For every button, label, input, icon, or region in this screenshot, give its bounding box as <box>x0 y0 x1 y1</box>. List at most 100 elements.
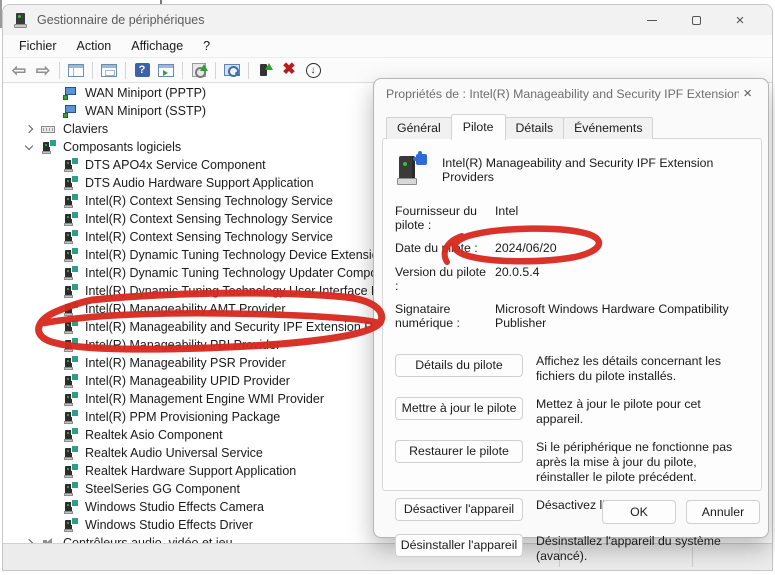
tree-item-label: Intel(R) Manageability PSR Provider <box>85 356 286 370</box>
driver-action-row: Restaurer le pilote Si le périphérique n… <box>395 440 751 485</box>
software-component-icon <box>63 176 78 191</box>
software-component-icon <box>63 194 78 209</box>
toolbar-button-scan-hardware-changes[interactable] <box>187 60 211 81</box>
uninstall-device-icon: ✖ <box>282 62 295 78</box>
tree-item-label: Windows Studio Effects Driver <box>85 518 253 532</box>
dialog-title-bar: Propriétés de : Intel(R) Manageability a… <box>374 79 768 108</box>
tree-item-label: Intel(R) Context Sensing Technology Serv… <box>85 212 333 226</box>
minimize-icon <box>647 20 657 21</box>
minimize-button[interactable] <box>630 6 674 34</box>
field-value: Intel <box>495 204 743 232</box>
properties-dialog: Propriétés de : Intel(R) Manageability a… <box>373 78 769 538</box>
network-adapter-icon <box>63 86 78 101</box>
d-sinstaller-l-appareil-button[interactable]: Désinstaller l'appareil <box>395 534 523 557</box>
toolbar-separator <box>125 62 126 79</box>
close-icon: × <box>736 13 745 28</box>
software-component-icon <box>63 446 78 461</box>
tab-g-n-ral[interactable]: Général <box>386 117 452 139</box>
software-component-icon <box>63 320 78 335</box>
action-description: Mettez à jour le pilote pour cet apparei… <box>536 397 751 427</box>
tree-item-label: Realtek Audio Universal Service <box>85 446 263 460</box>
network-adapter-icon <box>63 104 78 119</box>
tree-item-label: DTS Audio Hardware Support Application <box>85 176 314 190</box>
field-value: 20.0.5.4 <box>495 265 743 293</box>
toolbar-button-properties[interactable] <box>97 60 121 81</box>
field-label: Fournisseur du pilote : <box>395 204 491 232</box>
action-description: Affichez les détails concernant les fich… <box>536 354 751 384</box>
menu-item-help[interactable]: ? <box>193 37 220 55</box>
dialog-close-button[interactable]: × <box>739 84 756 103</box>
tree-item-label: Claviers <box>63 122 108 136</box>
field-value: Microsoft Windows Hardware Compatibility… <box>495 302 743 331</box>
search-monitor-icon <box>224 64 240 76</box>
field-value: 2024/06/20 <box>495 241 743 256</box>
menu-item-fichier[interactable]: Fichier <box>9 37 67 55</box>
window-controls: × <box>630 6 762 34</box>
forward-icon: ⇨ <box>36 62 50 79</box>
driver-action-row: Détails du pilote Affichez les détails c… <box>395 354 751 384</box>
toolbar-button-update-driver[interactable] <box>253 60 277 81</box>
software-component-icon <box>63 518 78 533</box>
tree-item-label: Intel(R) Manageability AMT Provider <box>85 302 286 316</box>
software-component-icon <box>63 266 78 281</box>
tree-expander-chevron-right-icon[interactable] <box>25 125 33 133</box>
driver-info-row: Signataire numérique : Microsoft Windows… <box>395 302 751 331</box>
toolbar-button-back[interactable]: ⇦ <box>7 60 31 81</box>
tree-item-label: Intel(R) Dynamic Tuning Technology Devic… <box>85 248 398 262</box>
title-bar: Gestionnaire de périphériques × <box>3 5 772 35</box>
tree-item-label: Intel(R) Manageability UPID Provider <box>85 374 290 388</box>
device-manager-app-icon <box>13 13 28 28</box>
tree-item-label: WAN Miniport (PPTP) <box>85 86 206 100</box>
software-component-icon <box>63 500 78 515</box>
keyboard-icon <box>41 122 56 137</box>
tree-item-label: Windows Studio Effects Camera <box>85 500 264 514</box>
field-label: Date du pilote : <box>395 241 491 256</box>
d-sactiver-l-appareil-button[interactable]: Désactiver l'appareil <box>395 498 523 521</box>
device-header: Intel(R) Manageability and Security IPF … <box>383 139 761 194</box>
desktop-background: Gestionnaire de périphériques × FichierA… <box>0 0 775 575</box>
maximize-button[interactable] <box>674 6 718 34</box>
toolbar-button-forward[interactable]: ⇨ <box>31 60 55 81</box>
tab-v-nements[interactable]: Événements <box>563 117 653 139</box>
toolbar-button-search[interactable] <box>220 60 244 81</box>
menu-bar: FichierActionAffichage? <box>3 35 772 58</box>
close-button[interactable]: × <box>718 6 762 34</box>
driver-info-row: Fournisseur du pilote : Intel <box>395 204 751 232</box>
tree-expander-chevron-down-icon[interactable] <box>25 143 33 151</box>
mettre-jour-le-pilote-button[interactable]: Mettre à jour le pilote <box>395 397 523 420</box>
menu-item-action[interactable]: Action <box>67 37 122 55</box>
toolbar-separator <box>248 62 249 79</box>
driver-action-row: Désinstaller l'appareil Désinstallez l'a… <box>395 534 751 564</box>
software-component-icon <box>63 392 78 407</box>
tab-pilote[interactable]: Pilote <box>451 114 506 140</box>
driver-tab-page: Intel(R) Manageability and Security IPF … <box>382 138 762 491</box>
restaurer-le-pilote-button[interactable]: Restaurer le pilote <box>395 440 523 463</box>
device-icon <box>395 152 429 188</box>
field-label: Version du pilote : <box>395 265 491 293</box>
cancel-button[interactable]: Annuler <box>686 500 760 524</box>
toolbar-separator <box>92 62 93 79</box>
driver-info-row: Version du pilote : 20.0.5.4 <box>395 265 751 293</box>
menu-item-affichage[interactable]: Affichage <box>121 37 193 55</box>
d-tails-du-pilote-button[interactable]: Détails du pilote <box>395 354 523 377</box>
tab-d-tails[interactable]: Détails <box>505 117 565 139</box>
ok-button[interactable]: OK <box>602 500 676 524</box>
tree-item-label: Intel(R) Context Sensing Technology Serv… <box>85 194 333 208</box>
toolbar-button-uninstall-device[interactable]: ✖ <box>277 60 301 81</box>
action-pane-icon <box>158 64 174 77</box>
toolbar-button-disable-device[interactable]: ↓ <box>301 60 325 81</box>
tree-item-label: DTS APO4x Service Component <box>85 158 266 172</box>
field-label: Signataire numérique : <box>395 302 491 331</box>
console-tree-icon <box>68 64 84 77</box>
software-component-icon <box>63 302 78 317</box>
toolbar-separator <box>182 62 183 79</box>
action-description: Si le périphérique ne fonctionne pas apr… <box>536 440 751 485</box>
software-component-icon <box>41 140 56 155</box>
action-description: Désinstallez l'appareil du système (avan… <box>536 534 751 564</box>
dialog-title: Propriétés de : Intel(R) Manageability a… <box>386 87 739 101</box>
toolbar-button-help[interactable]: ? <box>130 60 154 81</box>
driver-info-row: Date du pilote : 2024/06/20 <box>395 241 751 256</box>
toolbar-button-show-action-pane[interactable] <box>154 60 178 81</box>
toolbar-button-show-console-tree[interactable] <box>64 60 88 81</box>
disable-device-icon: ↓ <box>306 63 321 78</box>
